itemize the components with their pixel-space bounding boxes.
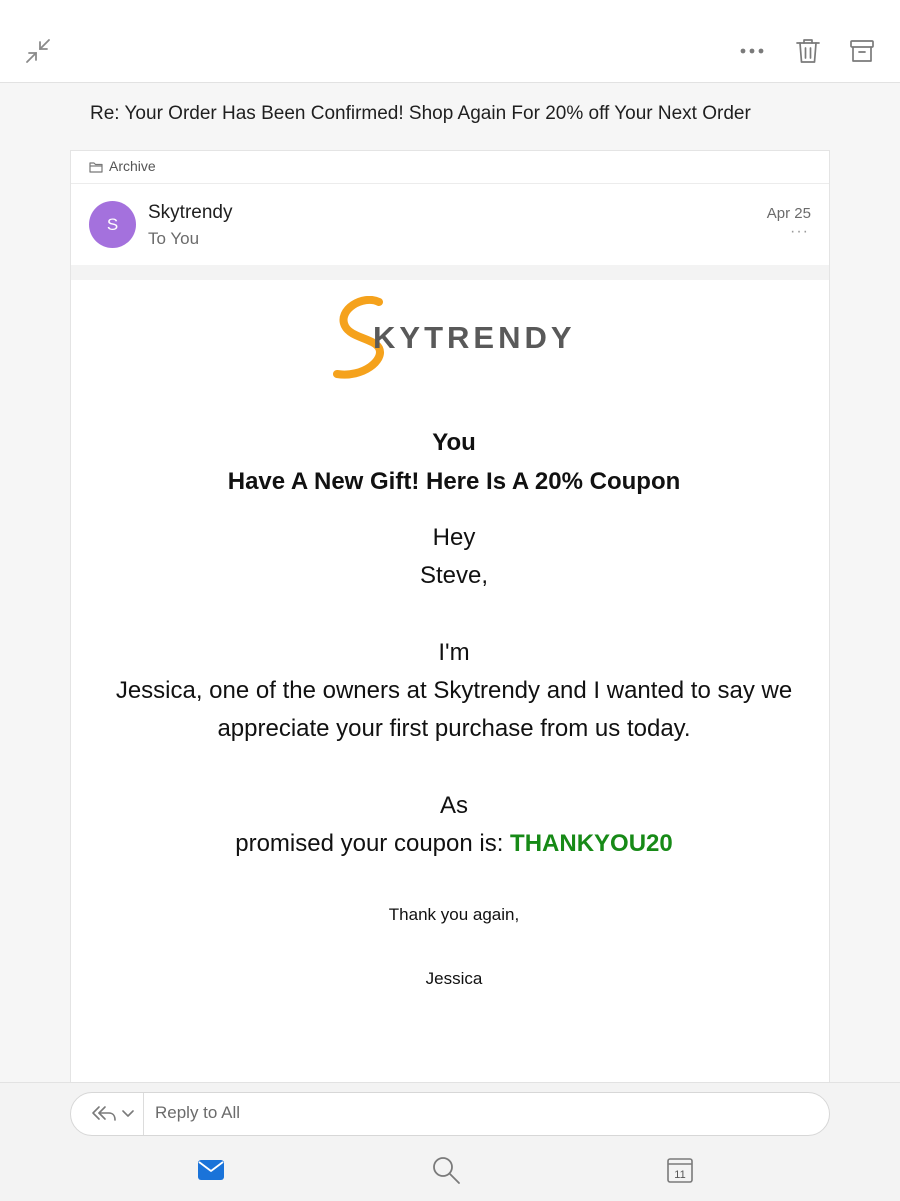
signature: Jessica (425, 969, 483, 988)
calendar-day: 11 (674, 1169, 685, 1181)
folder-row[interactable]: Archive (71, 151, 829, 184)
avatar[interactable]: S (89, 201, 136, 248)
reply-all-icon (92, 1106, 134, 1121)
para-line-1: I'm (438, 639, 470, 666)
more-icon[interactable] (735, 34, 769, 68)
message-date: Apr 25 (766, 205, 811, 222)
search-icon[interactable] (429, 1153, 463, 1187)
coupon-line-1: As (439, 792, 468, 819)
coupon-line-2: promised your coupon is: THANKYOU20 (71, 825, 837, 863)
message-more-button[interactable]: ··· (790, 223, 809, 241)
message-card: Archive S Skytrendy To You Apr 25 ··· KY… (70, 150, 830, 1111)
heading-line-1: You (432, 429, 476, 456)
greeting-line-2: Steve, (419, 562, 489, 589)
mail-icon[interactable] (194, 1153, 228, 1187)
trash-icon[interactable] (791, 34, 825, 68)
reply-bar: Reply to All (70, 1092, 830, 1136)
reply-input[interactable]: Reply to All (155, 1103, 240, 1123)
reply-mode-dropdown[interactable] (71, 1093, 144, 1135)
collapse-icon[interactable] (21, 34, 55, 68)
para-line-2: Jessica, one of the owners at Skytrendy … (115, 677, 793, 704)
para-line-3: appreciate your first purchase from us t… (217, 715, 691, 742)
intro-paragraph: I'm Jessica, one of the owners at Skytre… (71, 634, 837, 748)
greeting-line-1: Hey (432, 524, 476, 551)
archive-icon[interactable] (845, 34, 879, 68)
brand-logo: KYTRENDY (333, 296, 583, 386)
sender-name[interactable]: Skytrendy (148, 202, 232, 224)
coupon-code: THANKYOU20 (510, 830, 673, 857)
recipient-label: To You (148, 229, 200, 248)
greeting: Hey Steve, (71, 519, 837, 595)
folder-label: Archive (109, 158, 156, 174)
email-heading: You Have A New Gift! Here Is A 20% Coupo… (71, 423, 837, 501)
calendar-icon[interactable]: 11 (663, 1153, 697, 1187)
bottom-bar: Reply to All 11 (0, 1082, 900, 1201)
coupon-prefix: promised your coupon is: (235, 830, 511, 857)
header-divider (71, 265, 829, 280)
closing-thanks: Thank you again, (388, 905, 520, 924)
heading-line-2: Have A New Gift! Here Is A 20% Coupon (227, 468, 681, 495)
logo-wordmark: KYTRENDY (373, 320, 576, 355)
folder-icon (89, 160, 103, 178)
coupon-paragraph: As promised your coupon is: THANKYOU20 (71, 787, 837, 863)
email-subject: Re: Your Order Has Been Confirmed! Shop … (90, 103, 751, 124)
top-toolbar (0, 0, 900, 83)
